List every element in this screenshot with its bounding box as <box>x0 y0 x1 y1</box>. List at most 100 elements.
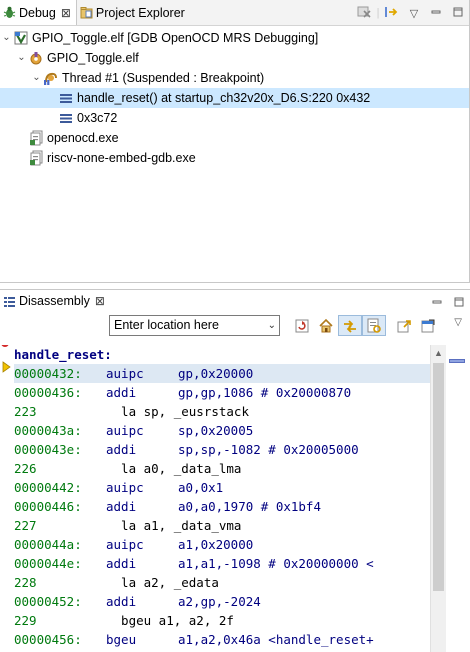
instruction-line[interactable]: 00000446: addi a0,a0,1970 # 0x1bf4 <box>14 497 445 516</box>
operands: sp,0x20005 <box>178 423 254 438</box>
tab-disassembly-label: Disassembly <box>19 294 90 308</box>
link-with-context-icon[interactable] <box>338 315 362 336</box>
tree-item-openocd[interactable]: openocd.exe <box>0 128 469 148</box>
source-line[interactable]: 226 la a0, _data_lma <box>14 459 445 478</box>
stack-frame-icon <box>58 90 74 106</box>
refresh-icon[interactable] <box>290 315 314 336</box>
vertical-scrollbar[interactable]: ▲ <box>430 345 446 652</box>
debug-view: Debug ⊠ Project Explorer | ▽ ⌄ GPIO_Togg… <box>0 0 470 283</box>
mnemonic: addi <box>106 385 137 400</box>
minimize-icon[interactable] <box>425 7 447 20</box>
location-input[interactable]: Enter location here ⌄ <box>109 315 280 336</box>
chevron-down-icon[interactable]: ⌄ <box>15 48 28 68</box>
location-input-text: Enter location here <box>114 318 219 332</box>
tree-item-label: GPIO_Toggle.elf [GDB OpenOCD MRS Debuggi… <box>32 31 319 45</box>
close-icon[interactable]: ⊠ <box>95 294 105 308</box>
scroll-up-icon[interactable]: ▲ <box>431 345 446 361</box>
address: 00000456: <box>14 632 82 647</box>
tree-item-frame-handle-reset[interactable]: handle_reset() at startup_ch32v20x_D6.S:… <box>0 88 469 108</box>
maximize-icon[interactable] <box>447 7 469 20</box>
overview-ruler[interactable] <box>446 345 470 652</box>
tree-item-label: riscv-none-embed-gdb.exe <box>47 151 196 165</box>
disassembly-code: handle_reset: 00000432: auipc gp,0x20000 00… <box>14 345 445 652</box>
tree-item-target[interactable]: ⌄ GPIO_Toggle.elf <box>0 48 469 68</box>
source-line[interactable]: 223 la sp, _eusrstack <box>14 402 445 421</box>
address: 00000432: <box>14 366 82 381</box>
breakpoint-ruler[interactable] <box>0 345 14 652</box>
tree-item-thread[interactable]: ⌄ Thread #1 (Suspended : Breakpoint) <box>0 68 469 88</box>
mnemonic: auipc <box>106 423 144 438</box>
project-explorer-icon <box>80 6 93 19</box>
tab-disassembly[interactable]: Disassembly ⊠ <box>0 290 110 312</box>
tab-debug[interactable]: Debug ⊠ <box>0 0 77 25</box>
tree-item-frame-0x3c72[interactable]: 0x3c72 <box>0 108 469 128</box>
instruction-line[interactable]: 0000043a: auipc sp,0x20005 <box>14 421 445 440</box>
tab-project-explorer[interactable]: Project Explorer <box>77 0 190 25</box>
source-line[interactable]: 228 la a2, _edata <box>14 573 445 592</box>
debug-target-icon <box>28 50 44 66</box>
function-label-text: handle_reset: <box>14 347 112 362</box>
disassembly-body[interactable]: handle_reset: 00000432: auipc gp,0x20000 00… <box>0 345 445 652</box>
line-number: 229 <box>14 613 37 628</box>
chevron-down-icon[interactable]: ⌄ <box>268 316 276 335</box>
address: 00000436: <box>14 385 82 400</box>
address: 00000452: <box>14 594 82 609</box>
source-text: la a2, _edata <box>106 575 219 590</box>
mnemonic: auipc <box>106 366 144 381</box>
view-menu-icon[interactable]: ▽ <box>454 317 462 328</box>
instruction-pointer-icon <box>2 361 12 376</box>
close-icon[interactable]: ⊠ <box>61 6 71 20</box>
disassembly-view: Disassembly ⊠ Enter location here ⌄ ▽ ha… <box>0 289 470 652</box>
chevron-down-icon[interactable]: ⌄ <box>30 68 43 88</box>
line-number: 228 <box>14 575 37 590</box>
instruction-line[interactable]: 00000456: bgeu a1,a2,0x46a <handle_reset+ <box>14 630 445 649</box>
operands: a2,gp,-2024 <box>178 594 261 609</box>
minimize-icon[interactable] <box>426 297 448 310</box>
line-number: 226 <box>14 461 37 476</box>
operands: a1,a1,-1098 # 0x20000000 < <box>178 556 374 571</box>
line-number: 227 <box>14 518 37 533</box>
address: 00000446: <box>14 499 82 514</box>
debug-tree: ⌄ GPIO_Toggle.elf [GDB OpenOCD MRS Debug… <box>0 26 469 168</box>
instruction-line[interactable]: 00000432: auipc gp,0x20000 <box>14 364 445 383</box>
breakpoint-icon[interactable] <box>0 345 14 353</box>
mnemonic: auipc <box>106 480 144 495</box>
view-menu-icon[interactable]: ▽ <box>403 7 425 20</box>
address: 00000442: <box>14 480 82 495</box>
instruction-line[interactable]: 0000044e: addi a1,a1,-1098 # 0x20000000 < <box>14 554 445 573</box>
source-line[interactable]: 229 bgeu a1, a2, 2f <box>14 611 445 630</box>
remove-terminated-icon[interactable] <box>353 5 375 22</box>
tree-item-gdb[interactable]: riscv-none-embed-gdb.exe <box>0 148 469 168</box>
thread-suspended-icon <box>43 70 59 86</box>
operands: a0,0x1 <box>178 480 224 495</box>
disassembly-icon <box>3 295 16 308</box>
tree-item-label: handle_reset() at startup_ch32v20x_D6.S:… <box>77 91 371 105</box>
show-source-icon[interactable] <box>362 315 386 336</box>
source-text: la sp, _eusrstack <box>106 404 249 419</box>
export-icon[interactable] <box>392 315 416 336</box>
instruction-line[interactable]: 00000442: auipc a0,0x1 <box>14 478 445 497</box>
source-line[interactable]: 227 la a1, _data_vma <box>14 516 445 535</box>
process-icon <box>28 130 44 146</box>
tree-item-label: openocd.exe <box>47 131 119 145</box>
tree-item-label: Thread #1 (Suspended : Breakpoint) <box>62 71 265 85</box>
instruction-line[interactable]: 00000436: addi gp,gp,1086 # 0x20000870 <box>14 383 445 402</box>
current-line-marker[interactable] <box>449 359 465 363</box>
instruction-line[interactable]: 0000043e: addi sp,sp,-1082 # 0x20005000 <box>14 440 445 459</box>
source-text: la a0, _data_lma <box>106 461 242 476</box>
open-in-editor-icon[interactable] <box>416 315 440 336</box>
chevron-down-icon[interactable]: ⌄ <box>0 28 13 48</box>
tree-item-launch[interactable]: ⌄ GPIO_Toggle.elf [GDB OpenOCD MRS Debug… <box>0 28 469 48</box>
step-into-icon[interactable] <box>381 5 403 22</box>
debug-bug-icon <box>3 6 16 19</box>
maximize-icon[interactable] <box>448 297 470 310</box>
home-icon[interactable] <box>314 315 338 336</box>
address: 0000043a: <box>14 423 82 438</box>
source-text: bgeu a1, a2, 2f <box>106 613 234 628</box>
address: 0000044a: <box>14 537 82 552</box>
scrollbar-thumb[interactable] <box>433 363 444 591</box>
line-number: 223 <box>14 404 37 419</box>
instruction-line[interactable]: 00000452: addi a2,gp,-2024 <box>14 592 445 611</box>
instruction-line[interactable]: 0000044a: auipc a1,0x20000 <box>14 535 445 554</box>
mnemonic: auipc <box>106 537 144 552</box>
